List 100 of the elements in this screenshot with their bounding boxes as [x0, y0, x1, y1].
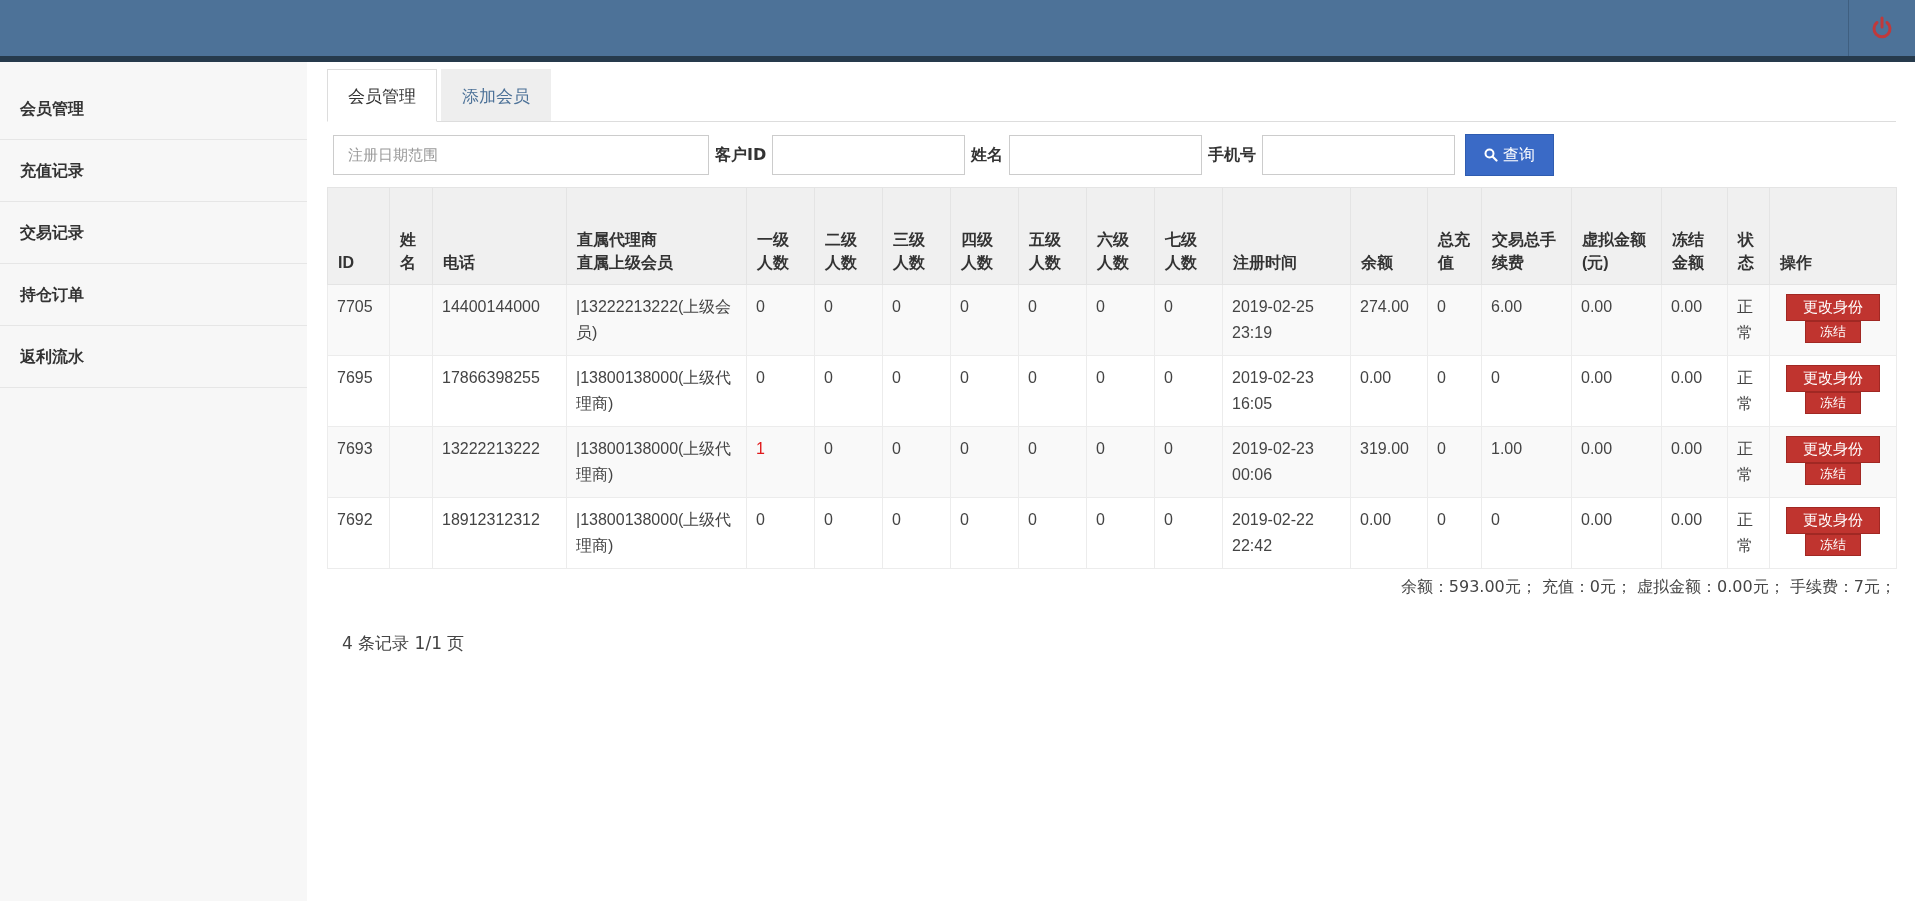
table-cell: 0 — [1154, 426, 1223, 498]
column-header: 状态 — [1727, 187, 1770, 285]
column-header: 虚拟金额(元) — [1571, 187, 1662, 285]
table-cell: 0 — [882, 497, 951, 569]
input-field[interactable] — [1009, 135, 1203, 175]
table-cell: 0 — [1481, 497, 1572, 569]
table-cell: 0.00 — [1571, 284, 1662, 356]
table-cell: 0 — [1086, 497, 1155, 569]
table-cell: 0.00 — [1661, 497, 1728, 569]
table-cell: 274.00 — [1350, 284, 1428, 356]
sidebar-item[interactable]: 会员管理 — [0, 78, 307, 140]
table-cell: 2019-02-25 23:19 — [1222, 284, 1351, 356]
table-cell: 0 — [1154, 355, 1223, 427]
change-role-button[interactable]: 更改身份 — [1786, 436, 1880, 463]
column-header: 六级人数 — [1086, 187, 1155, 285]
table-cell: 0 — [950, 284, 1019, 356]
table-cell: 14400144000 — [432, 284, 567, 356]
table-cell: 0 — [746, 284, 815, 356]
table-cell: 0 — [1427, 284, 1482, 356]
table-cell: 17866398255 — [432, 355, 567, 427]
column-header: 电话 — [432, 187, 567, 285]
table-cell: 0 — [1086, 284, 1155, 356]
column-header: 直属代理商 — [577, 229, 658, 250]
table-cell: 0.00 — [1350, 355, 1428, 427]
table-cell: 正常 — [1727, 426, 1770, 498]
column-header: 总充值 — [1427, 187, 1482, 285]
freeze-button[interactable]: 冻结 — [1805, 534, 1861, 556]
table-cell: 正常 — [1727, 355, 1770, 427]
table-cell: |13800138000(上级代理商) — [566, 355, 747, 427]
change-role-button[interactable]: 更改身份 — [1786, 365, 1880, 392]
freeze-button[interactable]: 冻结 — [1805, 321, 1861, 343]
table-cell: 1 — [746, 426, 815, 498]
table-cell: 6.00 — [1481, 284, 1572, 356]
table-cell: 0.00 — [1661, 426, 1728, 498]
table-cell: 1.00 — [1481, 426, 1572, 498]
freeze-button[interactable]: 冻结 — [1805, 392, 1861, 414]
table-cell: 7693 — [327, 426, 390, 498]
table-cell: 0 — [1086, 355, 1155, 427]
table-cell: 0 — [1427, 355, 1482, 427]
table-cell: 0 — [746, 497, 815, 569]
search-icon — [1484, 148, 1499, 162]
field-label: 客户ID — [715, 144, 767, 166]
column-header: 注册时间 — [1222, 187, 1351, 285]
date-range-field[interactable]: 注册日期范围 — [333, 135, 709, 175]
table-cell: 0.00 — [1571, 426, 1662, 498]
table-cell: 0 — [1018, 284, 1087, 356]
table-cell: 7695 — [327, 355, 390, 427]
table-cell: 0 — [814, 426, 883, 498]
column-header: 五级人数 — [1018, 187, 1087, 285]
table-cell: 0 — [1154, 497, 1223, 569]
change-role-button[interactable]: 更改身份 — [1786, 294, 1880, 321]
search-button[interactable]: 查询 — [1465, 134, 1555, 176]
table-cell: 7705 — [327, 284, 390, 356]
table-cell: |13222213222(上级会员) — [566, 284, 747, 356]
field-label: 姓名 — [971, 144, 1004, 166]
table-cell: 18912312312 — [432, 497, 567, 569]
table-cell: 0.00 — [1661, 355, 1728, 427]
table-cell: 0 — [882, 426, 951, 498]
summary-text: 余额：593.00元； 充值：0元； 虚拟金额：0.00元； 手续费：7元； — [1399, 576, 1896, 598]
input-field[interactable] — [772, 135, 966, 175]
sidebar-item[interactable]: 充值记录 — [0, 140, 307, 202]
table-cell: 0 — [1018, 497, 1087, 569]
column-header: 操作 — [1769, 187, 1897, 285]
table-cell: |13800138000(上级代理商) — [566, 426, 747, 498]
table-cell: 0 — [1427, 497, 1482, 569]
column-header: 七级人数 — [1154, 187, 1223, 285]
table-cell: 2019-02-22 22:42 — [1222, 497, 1351, 569]
column-header: ID — [327, 187, 390, 285]
table-cell: |13800138000(上级代理商) — [566, 497, 747, 569]
table-cell: 0 — [950, 355, 1019, 427]
column-header: 冻结金额 — [1661, 187, 1728, 285]
pagination-text: 4 条记录 1/1 页 — [341, 632, 466, 655]
sidebar-item[interactable]: 交易记录 — [0, 202, 307, 264]
table-cell: 2019-02-23 00:06 — [1222, 426, 1351, 498]
column-header: 三级人数 — [882, 187, 951, 285]
table-cell: 0 — [1427, 426, 1482, 498]
tab[interactable]: 添加会员 — [441, 69, 551, 121]
table-cell: 0 — [950, 426, 1019, 498]
freeze-button[interactable]: 冻结 — [1805, 463, 1861, 485]
table-cell: 0 — [814, 284, 883, 356]
table-cell: 0 — [882, 284, 951, 356]
sidebar-item[interactable]: 持仓订单 — [0, 264, 307, 326]
column-header: 余额 — [1350, 187, 1428, 285]
tab[interactable]: 会员管理 — [327, 69, 437, 122]
column-header: 姓名 — [389, 187, 433, 285]
table-cell: 0 — [1481, 355, 1572, 427]
table-cell: 正常 — [1727, 497, 1770, 569]
table-cell: 0 — [1086, 426, 1155, 498]
column-header: 二级人数 — [814, 187, 883, 285]
input-field[interactable] — [1262, 135, 1456, 175]
table-cell: 0 — [746, 355, 815, 427]
table-cell: 13222213222 — [432, 426, 567, 498]
column-header: 直属上级会员 — [577, 252, 674, 273]
table-cell: 2019-02-23 16:05 — [1222, 355, 1351, 427]
table-cell: 0.00 — [1661, 284, 1728, 356]
sidebar-item[interactable]: 返利流水 — [0, 326, 307, 388]
table-cell: 0 — [814, 497, 883, 569]
table-cell: 319.00 — [1350, 426, 1428, 498]
field-label: 手机号 — [1208, 144, 1257, 166]
change-role-button[interactable]: 更改身份 — [1786, 507, 1880, 534]
